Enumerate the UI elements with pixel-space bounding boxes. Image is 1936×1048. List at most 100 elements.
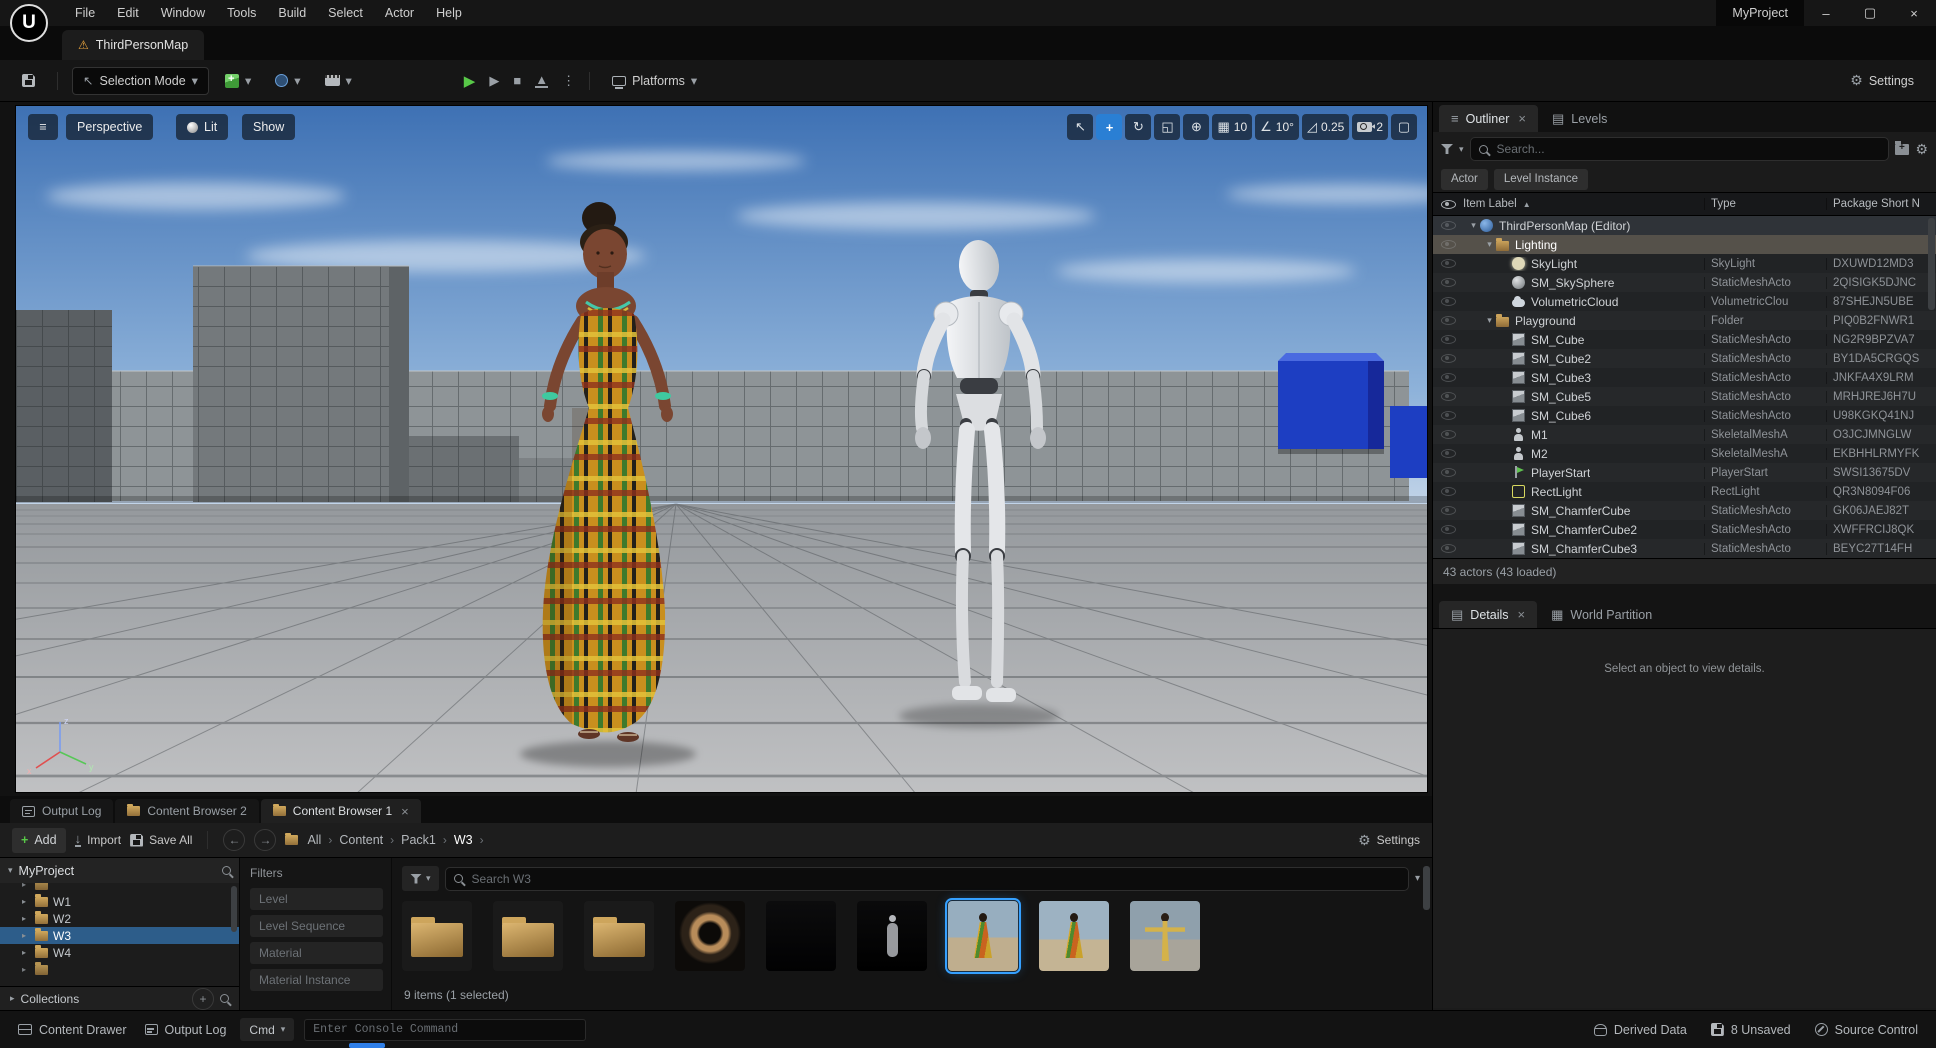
tree-item[interactable]: ▸ bbox=[0, 961, 239, 978]
asset-thumbnail-material[interactable] bbox=[675, 901, 745, 971]
visibility-toggle[interactable] bbox=[1433, 335, 1463, 344]
selection-mode-dropdown[interactable]: ↖ Selection Mode ▾ bbox=[72, 66, 209, 95]
menubar-item-file[interactable]: File bbox=[64, 0, 106, 26]
tree-item-w3[interactable]: ▸ W3 bbox=[0, 927, 239, 944]
visibility-toggle[interactable] bbox=[1433, 316, 1463, 325]
menubar-item-window[interactable]: Window bbox=[150, 0, 216, 26]
scale-snap-toggle[interactable]: ◿ 0.25 bbox=[1301, 114, 1350, 140]
save-button[interactable] bbox=[14, 67, 43, 95]
panel-tab-content-browser-2[interactable]: Content Browser 2 bbox=[115, 799, 259, 823]
actor-filter-button[interactable]: Actor bbox=[1441, 168, 1488, 190]
save-all-button[interactable]: Save All bbox=[130, 833, 192, 847]
tab-world-partition[interactable]: ▦ World Partition bbox=[1539, 601, 1664, 628]
tree-item-w4[interactable]: ▸ W4 bbox=[0, 944, 239, 961]
play-icon[interactable]: ▶ bbox=[464, 72, 476, 90]
outliner-scrollbar[interactable] bbox=[1928, 218, 1935, 310]
tab-outliner[interactable]: ≡ Outliner × bbox=[1439, 105, 1538, 132]
rotate-tool-button[interactable]: ↻ bbox=[1125, 114, 1152, 140]
asset-filter-button[interactable]: ▾ bbox=[402, 866, 439, 891]
filter-pill-material[interactable]: Material bbox=[250, 942, 383, 964]
forward-icon[interactable]: → bbox=[254, 829, 277, 851]
outliner-row[interactable]: ▾SM_Cube5StaticMeshActoMRHJREJ6H7U bbox=[1433, 387, 1936, 406]
expander-arrow-icon[interactable]: ▸ bbox=[22, 883, 30, 889]
tab-thirdpersonmap[interactable]: ⚠ ThirdPersonMap bbox=[62, 30, 205, 60]
add-button[interactable]: + Add bbox=[12, 827, 66, 853]
outliner-row[interactable]: ▾SM_ChamferCubeStaticMeshActoGK06JAEJ82T bbox=[1433, 501, 1936, 520]
select-tool-button[interactable]: ↖ bbox=[1067, 114, 1094, 140]
output-log-button[interactable]: Output Log bbox=[141, 1023, 231, 1037]
restore-icon[interactable]: ▢ bbox=[1848, 0, 1892, 26]
minimize-icon[interactable]: – bbox=[1804, 0, 1848, 26]
asset-thumbnail-char-c[interactable] bbox=[1130, 901, 1200, 971]
type-column-header[interactable]: Type bbox=[1704, 198, 1826, 210]
asset-search-input[interactable] bbox=[444, 866, 1409, 891]
frame-skip-icon[interactable]: ▶ bbox=[489, 74, 499, 87]
item-label-column-header[interactable]: Item Label ▲ bbox=[1463, 198, 1704, 210]
breadcrumb-item-all[interactable]: All bbox=[307, 833, 321, 847]
visibility-toggle[interactable] bbox=[1433, 392, 1463, 401]
close-tab-icon[interactable]: × bbox=[401, 804, 409, 819]
outliner-row[interactable]: ▾PlayerStartPlayerStartSWSI13675DV bbox=[1433, 463, 1936, 482]
visibility-toggle[interactable] bbox=[1433, 430, 1463, 439]
asset-thumbnail-folder[interactable] bbox=[584, 901, 654, 971]
panel-tab-output-log[interactable]: Output Log bbox=[10, 799, 114, 823]
package-column-header[interactable]: Package Short N bbox=[1826, 198, 1936, 210]
visibility-toggle[interactable] bbox=[1433, 487, 1463, 496]
outliner-row[interactable]: ▾SM_ChamferCube3StaticMeshActoBEYC27T14F… bbox=[1433, 539, 1936, 558]
settings-button[interactable]: ⚙ Settings bbox=[1842, 67, 1922, 95]
outliner-search-input[interactable] bbox=[1469, 137, 1890, 161]
outliner-row[interactable]: ▾ ThirdPersonMap (Editor) bbox=[1433, 216, 1936, 235]
outliner-row[interactable]: ▾M1SkeletalMeshAO3JCJMNGLW bbox=[1433, 425, 1936, 444]
search-icon[interactable] bbox=[222, 866, 231, 875]
expander-arrow-icon[interactable]: ▸ bbox=[22, 948, 30, 957]
filter-pill-material-instance[interactable]: Material Instance bbox=[250, 969, 383, 991]
rotation-snap-toggle[interactable]: ∠ 10° bbox=[1255, 114, 1299, 140]
filter-pill-level-sequence[interactable]: Level Sequence bbox=[250, 915, 383, 937]
visibility-toggle[interactable] bbox=[1433, 449, 1463, 458]
sources-scrollbar[interactable] bbox=[231, 886, 237, 932]
expander-arrow-icon[interactable]: ▸ bbox=[22, 931, 30, 940]
derived-data-button[interactable]: Derived Data bbox=[1590, 1023, 1691, 1037]
add-collection-icon[interactable]: + bbox=[192, 987, 214, 1010]
visibility-column-header[interactable] bbox=[1433, 199, 1463, 209]
breadcrumb-item-pack1[interactable]: Pack1 bbox=[401, 833, 436, 847]
move-tool-button[interactable]: + bbox=[1096, 114, 1123, 140]
asset-thumbnail-dark[interactable] bbox=[766, 901, 836, 971]
platforms-dropdown[interactable]: Platforms ▾ bbox=[604, 67, 705, 95]
menubar-item-build[interactable]: Build bbox=[267, 0, 317, 26]
expander-arrow-icon[interactable]: ▾ bbox=[1467, 220, 1480, 231]
viewport-3d[interactable]: ≡ Perspective Lit Show ↖ + ↻ ◱ ⊕ ▦ 10 ∠ 10… bbox=[15, 105, 1428, 793]
content-browser-settings-button[interactable]: ⚙ Settings bbox=[1358, 832, 1420, 849]
cinematics-dropdown[interactable]: ▾ bbox=[317, 67, 360, 95]
sources-header[interactable]: ▾ MyProject bbox=[0, 858, 239, 883]
blueprints-dropdown[interactable]: ▾ bbox=[267, 67, 308, 95]
maximize-viewport-button[interactable]: ▢ bbox=[1391, 114, 1417, 140]
visibility-toggle[interactable] bbox=[1433, 544, 1463, 553]
asset-thumbnail-char-b[interactable] bbox=[1039, 901, 1109, 971]
outliner-row[interactable]: ▾SM_Cube2StaticMeshActoBY1DA5CRGQS bbox=[1433, 349, 1936, 368]
filter-funnel-icon[interactable] bbox=[1441, 144, 1453, 154]
visibility-toggle[interactable] bbox=[1433, 259, 1463, 268]
outliner-row[interactable]: ▾ Playground Folder PIQ0B2FNWR1 bbox=[1433, 311, 1936, 330]
expander-arrow-icon[interactable]: ▸ bbox=[22, 897, 30, 906]
unsaved-button[interactable]: 8 Unsaved bbox=[1707, 1023, 1795, 1037]
import-button[interactable]: ↓ Import bbox=[74, 832, 121, 847]
outliner-row[interactable]: ▾SkyLightSkyLightDXUWD12MD3 bbox=[1433, 254, 1936, 273]
visibility-toggle[interactable] bbox=[1433, 525, 1463, 534]
tab-levels[interactable]: ▤ Levels bbox=[1540, 105, 1619, 132]
tree-item-w1[interactable]: ▸ W1 bbox=[0, 893, 239, 910]
add-actor-dropdown[interactable]: ▾ bbox=[217, 67, 259, 95]
outliner-row[interactable]: ▾RectLightRectLightQR3N8094F06 bbox=[1433, 482, 1936, 501]
menubar-item-actor[interactable]: Actor bbox=[374, 0, 425, 26]
outliner-settings-gear-icon[interactable]: ⚙ bbox=[1915, 142, 1928, 156]
breadcrumb-item-content[interactable]: Content bbox=[339, 833, 383, 847]
source-control-button[interactable]: Source Control bbox=[1811, 1023, 1922, 1037]
tab-details[interactable]: ▤ Details × bbox=[1439, 601, 1538, 628]
console-command-input[interactable] bbox=[304, 1018, 587, 1041]
asset-thumbnail-folder[interactable] bbox=[402, 901, 472, 971]
asset-thumbnail-folder[interactable] bbox=[493, 901, 563, 971]
content-drawer-button[interactable]: Content Drawer bbox=[14, 1023, 131, 1037]
visibility-toggle[interactable] bbox=[1433, 468, 1463, 477]
level-instance-filter-button[interactable]: Level Instance bbox=[1493, 168, 1589, 190]
scale-tool-button[interactable]: ◱ bbox=[1154, 114, 1181, 140]
